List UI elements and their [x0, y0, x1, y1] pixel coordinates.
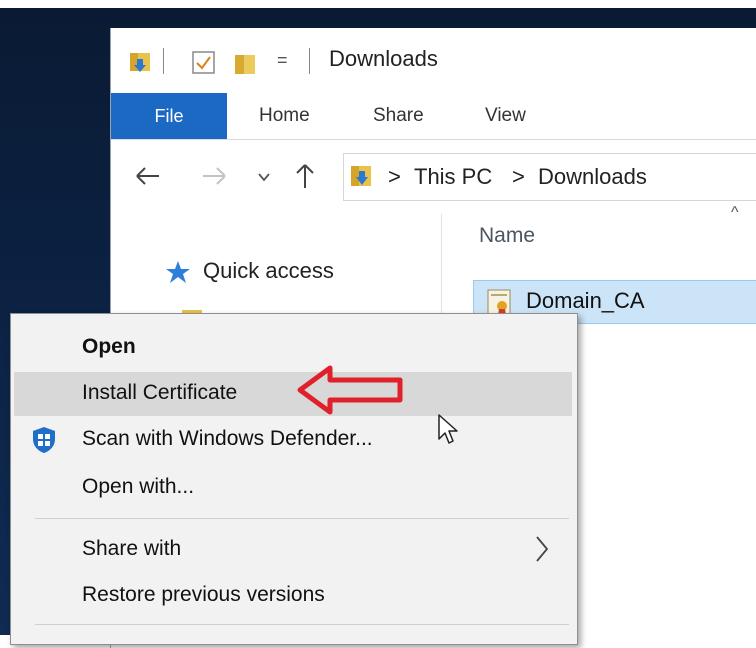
column-header-name[interactable]: Name: [479, 224, 535, 248]
new-folder-icon[interactable]: [233, 50, 257, 76]
windows-defender-shield-icon: [33, 427, 55, 453]
menu-item-label: Open with...: [82, 475, 195, 498]
breadcrumb-downloads[interactable]: Downloads: [538, 164, 647, 190]
chevron-down-icon[interactable]: [257, 172, 271, 182]
address-box[interactable]: > This PC > Downloads: [343, 153, 756, 201]
menu-item-restore-previous-versions[interactable]: Restore previous versions: [14, 574, 572, 618]
menu-item-share-with[interactable]: Share with: [14, 528, 572, 572]
tab-view[interactable]: View: [485, 93, 526, 139]
tab-file[interactable]: File: [111, 93, 227, 139]
ribbon-tabs: File Home Share View: [111, 93, 756, 140]
folder-properties-icon[interactable]: [129, 50, 151, 74]
mouse-cursor-icon: [438, 414, 458, 444]
menu-item-scan-windows-defender[interactable]: Scan with Windows Defender...: [14, 418, 572, 462]
up-arrow-icon[interactable]: [295, 162, 315, 190]
tab-share[interactable]: Share: [373, 93, 424, 139]
tab-home[interactable]: Home: [259, 93, 310, 139]
checkbox-properties-icon[interactable]: [191, 50, 217, 76]
menu-item-open-with[interactable]: Open with...: [14, 466, 572, 510]
menu-item-label: Share with: [82, 537, 182, 560]
back-arrow-icon[interactable]: [135, 166, 161, 186]
customize-toolbar-dropdown[interactable]: =: [277, 50, 288, 71]
breadcrumb-separator: >: [388, 164, 401, 189]
menu-item-label: Open: [82, 335, 136, 358]
title-separator: [309, 48, 310, 74]
downloads-folder-icon: [351, 166, 371, 186]
breadcrumb-separator: >: [512, 164, 525, 189]
window-title: Downloads: [329, 46, 438, 71]
screen-top-strip: [0, 0, 756, 8]
breadcrumb-this-pc[interactable]: This PC: [414, 164, 492, 190]
menu-item-label: Restore previous versions: [82, 583, 325, 606]
certificate-file-icon: [487, 289, 511, 315]
address-bar-row: > This PC > Downloads: [111, 148, 756, 204]
title-separator: [163, 48, 164, 74]
file-name: Domain_CA: [526, 288, 645, 313]
menu-item-label: Scan with Windows Defender...: [82, 427, 373, 450]
title-bar: = Downloads: [111, 28, 756, 90]
sort-indicator: ^: [731, 204, 739, 221]
menu-item-label: Install Certificate: [82, 381, 238, 404]
menu-separator: [35, 624, 569, 625]
annotation-arrow-icon: [297, 365, 403, 415]
menu-separator: [35, 518, 569, 519]
forward-arrow-icon[interactable]: [201, 166, 227, 186]
context-menu: Open Install Certificate Scan with Windo…: [10, 313, 578, 645]
chevron-right-icon: [536, 536, 549, 562]
nav-quick-access[interactable]: Quick access: [203, 258, 334, 284]
menu-item-open[interactable]: Open: [14, 326, 572, 370]
menu-item-install-certificate[interactable]: Install Certificate: [14, 372, 572, 416]
quick-access-star-icon: [166, 261, 190, 283]
